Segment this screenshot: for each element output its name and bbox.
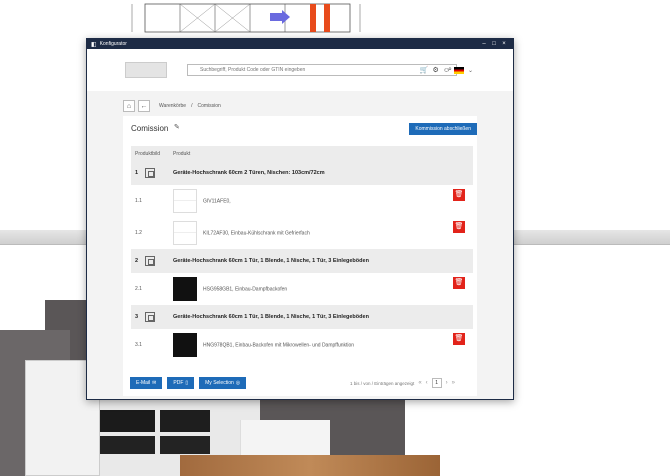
settings-icon[interactable]: ⚙ bbox=[433, 66, 439, 74]
document-icon: ▯ bbox=[185, 380, 189, 386]
group-title: Geräte-Hochschrank 60cm 1 Tür, 1 Blende,… bbox=[169, 305, 473, 329]
app-header: ⌕ 🛒 ⚙ ☺ ⌄ bbox=[87, 49, 513, 91]
title-bar: ◧ Konfigurator – □ × bbox=[87, 39, 513, 49]
cart-icon[interactable]: 🛒 bbox=[420, 66, 429, 74]
trash-icon: 🗑 bbox=[454, 335, 464, 342]
main-content: ⌂ ← Warenkörbe / Comission Comission ✎ K… bbox=[87, 91, 513, 399]
card-header: Comission ✎ Kommission abschließen bbox=[123, 116, 477, 146]
email-button[interactable]: E-Mail ✉ bbox=[130, 377, 163, 389]
header-icons: 🛒 ⚙ ☺ ⌄ bbox=[420, 66, 473, 74]
commission-card: Comission ✎ Kommission abschließen Produ… bbox=[123, 116, 477, 396]
group-row: 1 Geräte-Hochschrank 60cm 2 Türen, Nisch… bbox=[131, 161, 473, 185]
trash-icon: 🗑 bbox=[454, 223, 464, 230]
configurator-window: ◧ Konfigurator – □ × ⌕ 🛒 ⚙ ☺ ⌄ ⌂ ← Waren… bbox=[86, 38, 514, 400]
delete-button[interactable]: 🗑 bbox=[453, 333, 465, 345]
window-title: Konfigurator bbox=[99, 41, 127, 47]
delete-button[interactable]: 🗑 bbox=[453, 277, 465, 289]
product-thumbnail[interactable] bbox=[173, 277, 197, 301]
table-row: 3.1 HNG978QB1, Einbau-Backofen mit Mikro… bbox=[131, 329, 473, 361]
edit-icon[interactable]: ✎ bbox=[174, 123, 180, 131]
page-title: Comission bbox=[131, 124, 169, 133]
column-header-product: Produkt bbox=[169, 146, 473, 161]
product-description: KIL72AF30, Einbau-Kühlschrank mit Gefrie… bbox=[203, 230, 310, 237]
german-flag-icon[interactable] bbox=[453, 66, 464, 74]
group-index: 1 bbox=[135, 170, 139, 177]
group-row: 3 Geräte-Hochschrank 60cm 1 Tür, 1 Blend… bbox=[131, 305, 473, 329]
logo[interactable] bbox=[125, 62, 167, 78]
product-description: HSG958GB1, Einbau-Dampfbackofen bbox=[203, 286, 288, 293]
back-arrow-icon[interactable]: ← bbox=[138, 100, 150, 112]
column-header-image: Produktbild bbox=[131, 146, 169, 161]
chevron-down-icon[interactable]: ⌄ bbox=[468, 67, 473, 74]
pager-text: 1 bis / von / Einträgen angezeigt bbox=[350, 380, 415, 386]
selection-label: My Selection bbox=[205, 380, 234, 386]
mail-icon: ✉ bbox=[152, 380, 157, 386]
email-label: E-Mail bbox=[136, 380, 151, 386]
home-icon[interactable]: ⌂ bbox=[123, 100, 135, 112]
footer-bar: E-Mail ✉ PDF ▯ My Selection ◎ 1 bis / von /… bbox=[130, 376, 505, 390]
first-page-icon[interactable]: « bbox=[418, 380, 421, 386]
user-icon[interactable]: ☺ bbox=[443, 67, 450, 74]
group-index: 2 bbox=[135, 258, 139, 265]
item-number: 1.2 bbox=[135, 230, 142, 236]
item-number: 3.1 bbox=[135, 342, 142, 348]
close-commission-button[interactable]: Kommission abschließen bbox=[409, 123, 477, 135]
breadcrumb-separator: / bbox=[191, 103, 193, 109]
close-window-button[interactable]: × bbox=[499, 41, 509, 47]
group-index: 3 bbox=[135, 314, 139, 321]
search-input[interactable] bbox=[200, 67, 444, 73]
breadcrumb-current: Comission bbox=[197, 103, 221, 109]
next-page-icon[interactable]: › bbox=[446, 380, 448, 386]
globe-icon: ◎ bbox=[235, 380, 241, 386]
pdf-button[interactable]: PDF ▯ bbox=[167, 377, 195, 389]
item-number: 2.1 bbox=[135, 286, 142, 292]
table-row: 2.1 HSG958GB1, Einbau-Dampfbackofen 🗑 bbox=[131, 273, 473, 305]
table-row: 1.2 KIL72AF30, Einbau-Kühlschrank mit Ge… bbox=[131, 217, 473, 249]
delete-button[interactable]: 🗑 bbox=[453, 189, 465, 201]
commission-table: Produktbild Produkt 1 Geräte-Hochschrank… bbox=[131, 146, 473, 361]
maximize-button[interactable]: □ bbox=[489, 41, 499, 47]
my-selection-button[interactable]: My Selection ◎ bbox=[199, 377, 247, 389]
table-header-row: Produktbild Produkt bbox=[131, 146, 473, 161]
group-title: Geräte-Hochschrank 60cm 2 Türen, Nischen… bbox=[169, 161, 473, 185]
pagination: 1 bis / von / Einträgen angezeigt « ‹ 1 … bbox=[350, 378, 455, 388]
app-icon: ◧ bbox=[91, 41, 97, 48]
delete-button[interactable]: 🗑 bbox=[453, 221, 465, 233]
product-description: HNG978QB1, Einbau-Backofen mit Mikrowell… bbox=[203, 342, 355, 349]
trash-icon: 🗑 bbox=[454, 279, 464, 286]
cabinet-icon bbox=[145, 312, 155, 322]
product-description: GIV11AFE0, bbox=[203, 198, 231, 205]
table-row: 1.1 GIV11AFE0, 🗑 bbox=[131, 185, 473, 217]
item-number: 1.1 bbox=[135, 198, 142, 204]
product-thumbnail[interactable] bbox=[173, 221, 197, 245]
technical-drawing bbox=[131, 3, 361, 33]
current-page[interactable]: 1 bbox=[431, 378, 442, 388]
trash-icon: 🗑 bbox=[454, 191, 464, 198]
last-page-icon[interactable]: » bbox=[452, 380, 455, 386]
group-title: Geräte-Hochschrank 60cm 1 Tür, 1 Blende,… bbox=[169, 249, 473, 273]
search-box: ⌕ bbox=[187, 64, 457, 76]
cabinet-icon bbox=[145, 256, 155, 266]
product-thumbnail[interactable] bbox=[173, 189, 197, 213]
pdf-label: PDF bbox=[173, 380, 184, 386]
breadcrumb-cart-link[interactable]: Warenkörbe bbox=[159, 103, 186, 109]
cabinet-icon bbox=[145, 168, 155, 178]
prev-page-icon[interactable]: ‹ bbox=[426, 380, 428, 386]
minimize-button[interactable]: – bbox=[479, 41, 489, 47]
product-thumbnail[interactable] bbox=[173, 333, 197, 357]
group-row: 2 Geräte-Hochschrank 60cm 1 Tür, 1 Blend… bbox=[131, 249, 473, 273]
